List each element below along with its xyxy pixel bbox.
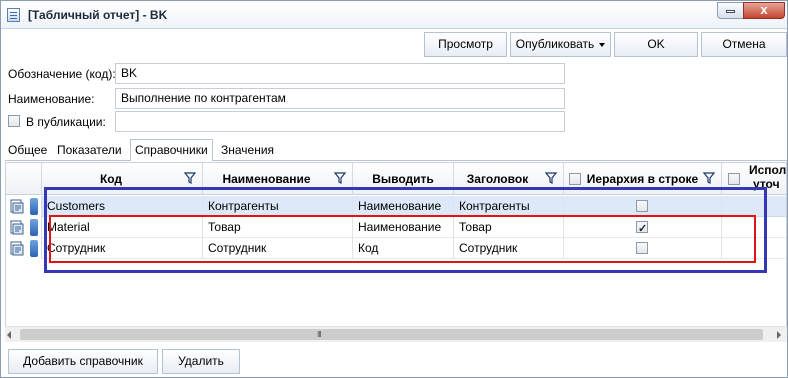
close-button[interactable]: x bbox=[743, 2, 785, 19]
caret-down-icon bbox=[599, 42, 606, 47]
column-header-name[interactable]: Наименование bbox=[203, 163, 353, 195]
publish-dropdown-button[interactable]: Опубликовать bbox=[510, 32, 611, 57]
scrollbar-thumb[interactable]: III bbox=[20, 329, 763, 340]
cell-output[interactable]: Наименование bbox=[353, 217, 454, 238]
minimize-icon bbox=[726, 10, 735, 13]
tab-indicators[interactable]: Показатели bbox=[54, 142, 125, 161]
window-title: [Табличный отчет] - BK bbox=[28, 8, 168, 22]
column-header-name-label: Наименование bbox=[222, 172, 311, 186]
filter-icon[interactable] bbox=[545, 172, 557, 184]
column-header-extra-label-line1: Испол bbox=[749, 163, 787, 177]
cell-title[interactable]: Товар bbox=[454, 217, 564, 238]
hierarchy-checkbox[interactable] bbox=[636, 219, 648, 237]
cancel-button-label: Отмена bbox=[722, 37, 766, 51]
cell-extra[interactable] bbox=[722, 217, 786, 238]
name-field[interactable]: Выполнение по контрагентам bbox=[115, 88, 565, 109]
publication-label: В публикации: bbox=[26, 115, 106, 129]
code-label: Обозначение (код): bbox=[8, 67, 116, 81]
column-header-title[interactable]: Заголовок bbox=[454, 163, 564, 195]
extra-select-all-checkbox[interactable] bbox=[728, 173, 740, 185]
scroll-left-arrow-icon[interactable] bbox=[7, 331, 11, 339]
code-field[interactable]: BK bbox=[115, 63, 565, 84]
minimize-button[interactable] bbox=[717, 2, 744, 19]
cell-hierarchy[interactable] bbox=[564, 238, 722, 259]
cell-title[interactable]: Сотрудник bbox=[454, 238, 564, 259]
cell-code[interactable]: Customers bbox=[42, 196, 203, 217]
ok-button-label: OK bbox=[647, 37, 665, 51]
column-header-code[interactable]: Код bbox=[42, 163, 203, 195]
cell-name[interactable]: Контрагенты bbox=[203, 196, 353, 217]
hierarchy-checkbox[interactable] bbox=[636, 200, 648, 212]
publication-field[interactable] bbox=[115, 111, 565, 132]
filter-icon[interactable] bbox=[703, 172, 715, 184]
row-header-corner bbox=[6, 163, 42, 195]
drag-handle[interactable] bbox=[30, 198, 38, 215]
cancel-button[interactable]: Отмена bbox=[701, 32, 787, 57]
document-icon[interactable] bbox=[10, 199, 24, 214]
delete-button[interactable]: Удалить bbox=[162, 349, 240, 374]
cell-output[interactable]: Код bbox=[353, 238, 454, 259]
publication-checkbox[interactable] bbox=[8, 115, 20, 127]
cell-hierarchy[interactable] bbox=[564, 196, 722, 217]
report-window: [Табличный отчет] - BK x Просмотр Опубли… bbox=[0, 0, 788, 378]
cell-extra[interactable] bbox=[722, 238, 786, 259]
column-header-hierarchy-label: Иерархия в строке bbox=[586, 172, 699, 186]
document-icon[interactable] bbox=[10, 241, 24, 256]
add-directory-button-label: Добавить справочник bbox=[23, 354, 143, 368]
column-header-output-label: Выводить bbox=[372, 172, 434, 186]
drag-handle[interactable] bbox=[30, 219, 38, 236]
close-icon: x bbox=[760, 2, 768, 17]
cell-name[interactable]: Сотрудник bbox=[203, 238, 353, 259]
horizontal-scrollbar[interactable]: III bbox=[5, 326, 787, 342]
title-bar: [Табличный отчет] - BK x bbox=[1, 1, 787, 29]
delete-button-label: Удалить bbox=[178, 354, 224, 368]
cell-title[interactable]: Контрагенты bbox=[454, 196, 564, 217]
directories-grid: Код Наименование Выводить Заголовок Иера… bbox=[5, 162, 787, 342]
name-label: Наименование: bbox=[8, 92, 95, 106]
report-app-icon bbox=[7, 8, 20, 22]
filter-icon[interactable] bbox=[184, 172, 196, 184]
tab-directories[interactable]: Справочники bbox=[130, 139, 213, 161]
scroll-right-arrow-icon[interactable] bbox=[777, 331, 781, 339]
add-directory-button[interactable]: Добавить справочник bbox=[8, 349, 158, 374]
hierarchy-select-all-checkbox[interactable] bbox=[569, 173, 581, 185]
drag-handle[interactable] bbox=[30, 240, 38, 257]
row-header[interactable] bbox=[6, 238, 42, 259]
row-header[interactable] bbox=[6, 217, 42, 238]
column-header-output[interactable]: Выводить bbox=[353, 163, 454, 195]
column-header-code-label: Код bbox=[99, 172, 123, 186]
column-header-title-label: Заголовок bbox=[466, 172, 529, 186]
hierarchy-checkbox[interactable] bbox=[636, 242, 648, 254]
column-header-extra[interactable]: Испол уточ bbox=[722, 163, 787, 195]
scrollbar-grip: III bbox=[317, 330, 322, 339]
cell-output[interactable]: Наименование bbox=[353, 196, 454, 217]
tab-general[interactable]: Общее bbox=[5, 142, 50, 161]
preview-button-label: Просмотр bbox=[438, 37, 493, 51]
cell-name[interactable]: Товар bbox=[203, 217, 353, 238]
cell-code[interactable]: Material bbox=[42, 217, 203, 238]
column-header-extra-label-line2: уточ bbox=[753, 177, 780, 191]
cell-extra[interactable] bbox=[722, 196, 786, 217]
cell-hierarchy[interactable] bbox=[564, 217, 722, 238]
column-header-hierarchy[interactable]: Иерархия в строке bbox=[564, 163, 722, 195]
document-icon[interactable] bbox=[10, 220, 24, 235]
ok-button[interactable]: OK bbox=[614, 32, 698, 57]
tab-values[interactable]: Значения bbox=[218, 142, 277, 161]
publish-button-label: Опубликовать bbox=[515, 37, 595, 51]
preview-button[interactable]: Просмотр bbox=[424, 32, 507, 57]
filter-icon[interactable] bbox=[334, 172, 346, 184]
cell-code[interactable]: Сотрудник bbox=[42, 238, 203, 259]
row-header[interactable] bbox=[6, 196, 42, 217]
